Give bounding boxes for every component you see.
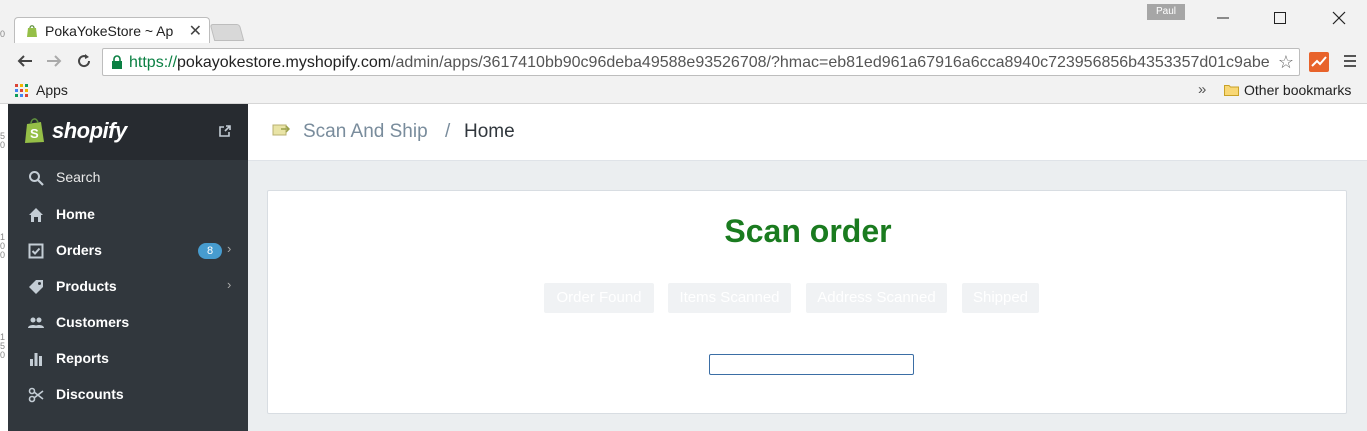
ruler-mark: 1 0 0 [0, 232, 6, 260]
scan-order-title: Scan order [724, 213, 892, 249]
bookmarks-bar: Apps » Other bookmarks [0, 79, 1367, 104]
profile-badge[interactable]: Paul [1147, 4, 1185, 20]
step-order-found: Order Found [544, 283, 654, 313]
window-close-icon[interactable] [1329, 8, 1349, 28]
step-address-scanned: Address Scanned [806, 283, 947, 313]
ruler-mark: 5 0 [0, 131, 6, 150]
side-ruler: 0 5 0 1 0 0 1 5 0 [0, 30, 8, 431]
other-bookmarks[interactable]: Other bookmarks [1244, 82, 1351, 98]
page-title: Home [464, 121, 515, 142]
tab-close-icon[interactable]: ✕ [189, 21, 202, 41]
sidebar-item-label: Search [56, 169, 101, 185]
sidebar-item-label: Home [56, 206, 95, 222]
sidebar-header: S shopify [8, 104, 248, 160]
sidebar-item-customers[interactable]: Customers [8, 305, 248, 341]
back-arrow-icon[interactable] [16, 52, 34, 70]
minimize-icon[interactable] [1213, 8, 1233, 28]
browser-menu-icon[interactable] [1343, 53, 1357, 69]
sidebar-item-home[interactable]: Home [8, 197, 248, 233]
forward-arrow-icon[interactable] [45, 52, 63, 70]
new-tab-button[interactable] [209, 24, 245, 41]
orders-icon [28, 243, 44, 259]
svg-text:S: S [30, 126, 39, 141]
ruler-mark: 1 5 0 [0, 332, 6, 360]
reload-icon[interactable] [75, 52, 93, 70]
apps-bookmark[interactable]: Apps [36, 82, 68, 98]
shopify-bag-icon[interactable]: S [24, 116, 46, 144]
tab-strip: PokaYokeStore ~ Ap ✕ Paul [0, 0, 1367, 43]
sidebar-item-label: Reports [56, 350, 109, 366]
extension-icon[interactable] [1309, 52, 1329, 72]
home-icon [29, 208, 43, 222]
sidebar-item-label: Customers [56, 314, 130, 330]
browser-toolbar: https://pokayokestore.myshopify.com/admi… [0, 43, 1367, 79]
url-text: https://pokayokestore.myshopify.com/admi… [129, 54, 1269, 72]
breadcrumb-app-link[interactable]: Scan And Ship [303, 121, 428, 143]
url-host: pokayokestore.myshopify.com [177, 54, 392, 71]
breadcrumb-separator: / [445, 121, 451, 142]
shopify-favicon-icon [27, 25, 37, 37]
sidebar-item-label: Discounts [56, 386, 124, 402]
sidebar-item-label: Products [56, 278, 117, 294]
sidebar-item-search[interactable]: Search [8, 160, 248, 196]
apps-grid-icon[interactable] [15, 84, 29, 98]
sidebar-item-products[interactable]: Products › [8, 269, 248, 305]
extension-graph-icon [1311, 56, 1327, 67]
more-bookmarks-icon[interactable]: » [1198, 81, 1206, 98]
discount-icon [28, 387, 44, 403]
maximize-icon[interactable] [1270, 8, 1290, 28]
chevron-right-icon[interactable]: › [227, 277, 231, 292]
bookmark-star-icon[interactable]: ☆ [1278, 52, 1294, 73]
step-shipped: Shipped [962, 283, 1039, 313]
scan-card: Scan order Order Found Items Scanned Add… [267, 190, 1347, 414]
tag-icon [29, 280, 43, 294]
lock-icon [112, 55, 122, 69]
shopify-logo[interactable]: shopify [52, 118, 127, 144]
address-bar[interactable]: https://pokayokestore.myshopify.com/admi… [102, 48, 1300, 76]
chevron-right-icon[interactable]: › [227, 241, 231, 256]
sidebar-item-discounts[interactable]: Discounts [8, 377, 248, 413]
sidebar-item-reports[interactable]: Reports [8, 341, 248, 377]
search-icon [29, 171, 44, 186]
url-scheme: https:// [129, 54, 178, 71]
browser-tab[interactable]: PokaYokeStore ~ Ap ✕ [14, 17, 210, 43]
ruler-mark: 0 [0, 29, 6, 39]
admin-sidebar: S shopify Search Home Orders 8 › Product… [8, 104, 248, 431]
customers-icon [28, 317, 44, 328]
tab-title: PokaYokeStore ~ Ap [45, 23, 174, 39]
reports-icon [30, 353, 42, 366]
scan-input[interactable] [709, 354, 914, 375]
page-header: Scan And Ship / Home [248, 104, 1367, 161]
main-area: Scan And Ship / Home Scan order Order Fo… [248, 104, 1367, 431]
external-link-icon[interactable] [218, 124, 232, 138]
step-items-scanned: Items Scanned [668, 283, 791, 313]
sidebar-item-label: Orders [56, 242, 102, 258]
folder-icon [1224, 85, 1239, 96]
sidebar-item-orders[interactable]: Orders 8 › [8, 233, 248, 269]
orders-count-badge: 8 [198, 243, 222, 259]
app-icon [272, 124, 290, 136]
url-path: /admin/apps/3617410bb90c96deba49588e9352… [391, 54, 1269, 71]
